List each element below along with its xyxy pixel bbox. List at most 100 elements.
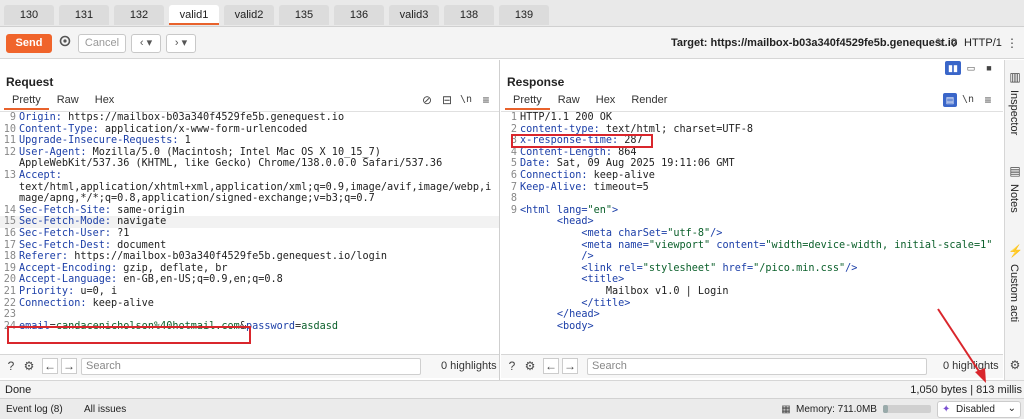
more-options-icon[interactable]: ⋮ [1006, 36, 1018, 50]
inspector-tab[interactable]: Inspector [1008, 90, 1020, 135]
request-search-input[interactable]: Search [81, 358, 421, 375]
request-tab-131[interactable]: 131 [59, 5, 109, 25]
request-tab-raw[interactable]: Raw [49, 92, 87, 110]
sidebar-settings-gear-icon[interactable]: ⚙ [1008, 358, 1022, 372]
request-tab-valid3[interactable]: valid3 [389, 5, 439, 25]
header-value: Mozilla/5.0 (Macintosh; Intel Mac OS X 1… [86, 146, 381, 158]
request-tab-130[interactable]: 130 [4, 5, 54, 25]
header-value: https://mailbox-b03a340f4529fe5b.geneque… [68, 251, 388, 263]
request-tab-valid2[interactable]: valid2 [224, 5, 274, 25]
html-tag: <link [581, 262, 619, 274]
newline-toggle-icon[interactable]: \n [961, 93, 975, 107]
line-number: 7 [510, 181, 517, 193]
header-name: Connection: [19, 297, 87, 309]
layout-split-columns-icon[interactable]: ▮▮ [945, 61, 961, 75]
response-search-input[interactable]: Search [587, 358, 927, 375]
code-line: 11 Upgrade-Insecure-Requests: 1 [0, 135, 499, 147]
next-match-arrow-icon[interactable]: → [562, 358, 578, 374]
send-button[interactable]: Send [6, 34, 52, 53]
request-editor[interactable]: 9 Origin: https://mailbox-b03a340f4529fe5… [0, 111, 499, 354]
header-value: same-origin [111, 204, 185, 216]
help-circle-icon[interactable]: ? [4, 359, 18, 373]
html-text: Mailbox v1.0 | Login [605, 285, 729, 297]
request-tab-valid1[interactable]: valid1 [169, 5, 219, 25]
request-tab-135[interactable]: 135 [279, 5, 329, 25]
html-code-line: </title> [501, 298, 1003, 310]
ai-disabled-dropdown[interactable]: ✦ Disabled ⌄ [937, 401, 1021, 418]
header-name: content-type: [520, 123, 600, 135]
menu-icon[interactable]: ≡ [981, 93, 995, 107]
header-value: https://mailbox-b03a340f4529fe5b.geneque… [61, 112, 345, 123]
line-number: 18 [3, 251, 16, 263]
layout-single-icon[interactable]: ■ [981, 61, 997, 75]
menu-icon[interactable]: ≡ [479, 93, 493, 107]
next-match-arrow-icon[interactable]: → [61, 358, 77, 374]
custom-actions-icon[interactable]: ⚡ [1008, 244, 1023, 258]
html-attr: charSet [618, 227, 662, 239]
request-tab-136[interactable]: 136 [334, 5, 384, 25]
request-tab-pretty[interactable]: Pretty [4, 92, 49, 110]
all-issues-button[interactable]: All issues [84, 404, 126, 415]
html-tag: <html [520, 204, 557, 216]
request-tab-138[interactable]: 138 [444, 5, 494, 25]
response-tab-pretty[interactable]: Pretty [505, 92, 550, 110]
html-attr-value: "utf-8" [667, 227, 711, 239]
chevron-right-icon: › ▾ [174, 37, 188, 49]
back-history-button[interactable]: ‹ ▾ [131, 34, 161, 53]
header-name: Priority: [19, 285, 75, 297]
html-attr-value: "stylesheet" [642, 262, 717, 274]
cancel-button[interactable]: Cancel [78, 34, 126, 53]
request-tab-139[interactable]: 139 [499, 5, 549, 25]
response-tab-hex[interactable]: Hex [588, 92, 624, 110]
header-value: gzip, deflate, br [117, 262, 228, 274]
memory-gauge-fill [883, 405, 888, 413]
previous-match-arrow-icon[interactable]: ← [42, 358, 58, 374]
code-line: 6 Connection: keep-alive [501, 170, 1003, 182]
forward-history-button[interactable]: › ▾ [166, 34, 196, 53]
response-tab-render[interactable]: Render [623, 92, 675, 110]
header-name: Sec-Fetch-User: [19, 227, 112, 239]
wrap-icon[interactable]: ⊟ [440, 93, 454, 107]
layout-split-rows-icon[interactable]: ▭ [963, 61, 979, 75]
bottom-bar: Event log (8) All issues ▦ Memory: 711.0… [0, 398, 1024, 419]
request-tab-strip: 130 131 132 valid1 valid2 135 136 valid3 138 139 [0, 0, 1024, 27]
custom-actions-tab[interactable]: Custom acti [1008, 264, 1020, 322]
inspector-icon[interactable]: ▥ [1008, 70, 1022, 84]
header-value: timeout=5 [587, 181, 649, 193]
event-log-button[interactable]: Event log (8) [6, 404, 63, 415]
search-settings-gear-icon[interactable]: ⚙ [523, 359, 537, 373]
settings-gear-icon[interactable] [56, 34, 74, 53]
code-line: 22 Connection: keep-alive [0, 298, 499, 310]
request-tab-132[interactable]: 132 [114, 5, 164, 25]
response-tab-raw[interactable]: Raw [550, 92, 588, 110]
request-tab-hex[interactable]: Hex [87, 92, 123, 110]
help-icon[interactable]: ? [948, 36, 960, 50]
wrap-toggle-icon[interactable]: ▤ [943, 93, 957, 107]
help-circle-icon[interactable]: ? [505, 359, 519, 373]
search-settings-gear-icon[interactable]: ⚙ [22, 359, 36, 373]
line-number: 11 [3, 135, 16, 147]
header-value: mage/apng,*/*;q=0.8,application/signed-e… [19, 193, 375, 205]
hide-eye-icon[interactable]: ⊘ [420, 93, 434, 107]
sparkle-icon: ✦ [942, 404, 951, 415]
code-line: 7 Keep-Alive: timeout=5 [501, 182, 1003, 194]
memory-icon: ▦ [781, 404, 791, 415]
notes-tab[interactable]: Notes [1008, 184, 1020, 213]
header-name: Keep-Alive: [520, 181, 588, 193]
code-line: text/html,application/xhtml+xml,applicat… [0, 182, 499, 194]
edit-target-pencil-icon[interactable]: ✎ [933, 36, 947, 50]
header-value: en-GB,en-US;q=0.9,en;q=0.8 [117, 274, 283, 286]
newline-toggle-icon[interactable]: \n [459, 93, 473, 107]
code-line: 19 Accept-Encoding: gzip, deflate, br [0, 263, 499, 275]
html-code-line: <body> [501, 321, 1003, 333]
notes-icon[interactable]: ▤ [1008, 164, 1022, 178]
code-line: 13 Accept: [0, 170, 499, 182]
http-version-label[interactable]: HTTP/1 [964, 37, 1002, 49]
previous-match-arrow-icon[interactable]: ← [543, 358, 559, 374]
html-attr: rel [618, 262, 637, 274]
response-view-tabs: Pretty Raw Hex Render [501, 92, 675, 110]
